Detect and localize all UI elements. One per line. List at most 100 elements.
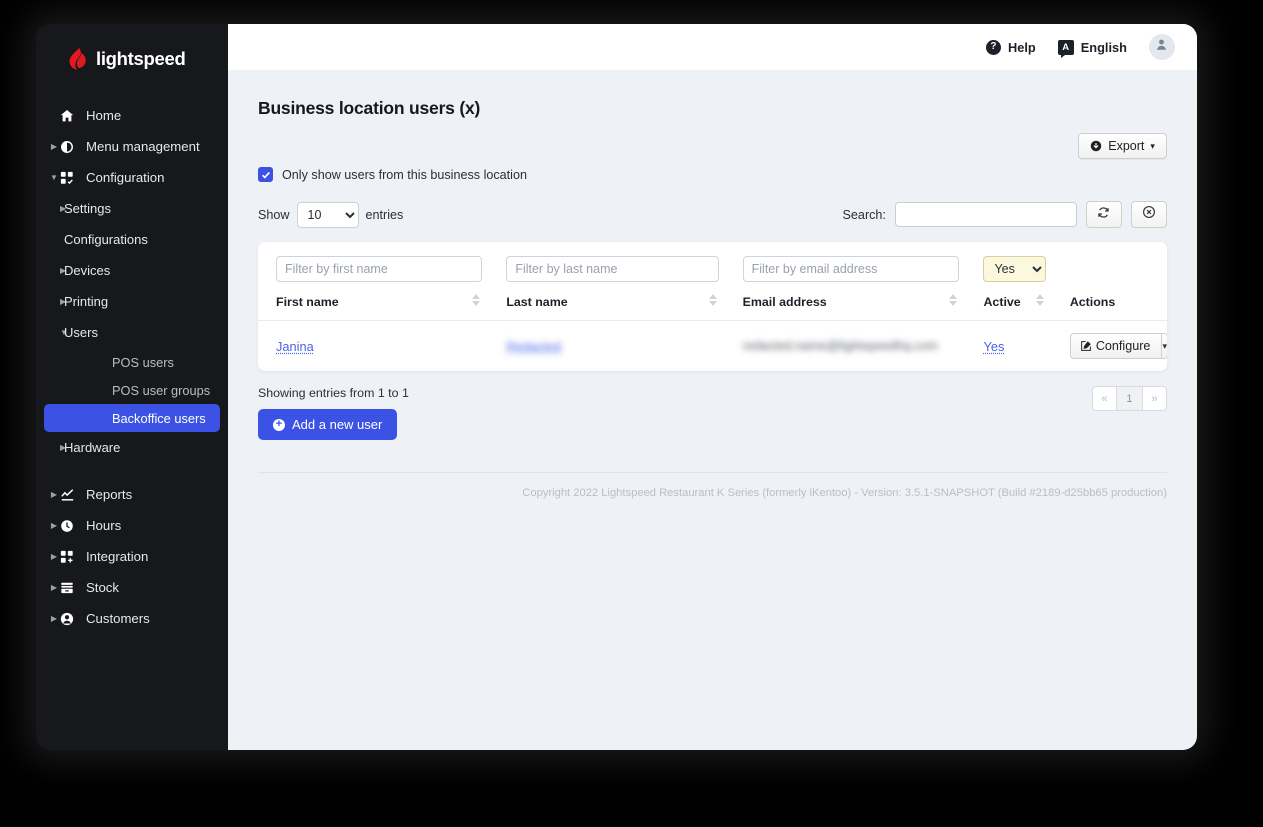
clear-search-button[interactable]	[1130, 201, 1167, 228]
sidebar-label: Reports	[86, 487, 133, 502]
sidebar-item-menu-management[interactable]: ▶ Menu management	[36, 131, 228, 162]
sidebar-item-customers[interactable]: ▶ Customers	[36, 603, 228, 634]
sidebar-label: Backoffice users	[112, 410, 206, 426]
chevron-right-icon[interactable]: ▶	[36, 583, 60, 592]
brand-logo[interactable]: lightspeed	[36, 24, 228, 94]
chevron-right-icon[interactable]: ▶	[36, 443, 66, 452]
stock-box-icon	[60, 581, 86, 595]
chevron-right-icon[interactable]: ▶	[36, 490, 60, 499]
filter-first-name-input[interactable]	[276, 256, 483, 282]
refresh-icon	[1097, 206, 1110, 224]
cell-actions: Configure ▾	[1058, 321, 1167, 372]
sidebar-item-settings[interactable]: ▶ Settings	[36, 193, 228, 224]
sidebar-item-configuration[interactable]: ▼ Configuration	[36, 162, 228, 193]
sidebar-label: Customers	[86, 611, 150, 626]
only-show-users-row: Only show users from this business locat…	[258, 167, 1167, 182]
sidebar-item-stock[interactable]: ▶ Stock	[36, 572, 228, 603]
sidebar-item-reports[interactable]: ▶ Reports	[36, 479, 228, 510]
only-show-users-label: Only show users from this business locat…	[282, 167, 527, 182]
help-button[interactable]: ? Help	[985, 39, 1036, 55]
pagination-page-1[interactable]: 1	[1116, 386, 1142, 411]
customers-person-icon	[60, 612, 86, 626]
sidebar-nav: Home ▶ Menu management ▼ Configuration ▶…	[36, 94, 228, 634]
sidebar-label: Menu management	[86, 139, 200, 154]
sidebar-item-configurations[interactable]: Configurations	[36, 224, 228, 255]
filter-row: Yes	[258, 242, 1167, 291]
sidebar-item-users[interactable]: ▼ Users	[36, 317, 228, 348]
chevron-down-icon[interactable]: ▼	[36, 173, 60, 182]
language-icon: A	[1057, 39, 1074, 58]
edit-pencil-icon	[1080, 340, 1092, 352]
only-show-users-checkbox[interactable]	[258, 167, 273, 182]
reports-chart-icon	[60, 488, 86, 502]
chevron-right-icon[interactable]: ▶	[36, 614, 60, 623]
sidebar-item-hardware[interactable]: ▶ Hardware	[36, 432, 228, 463]
search-group: Search:	[843, 201, 1167, 228]
add-user-button[interactable]: + Add a new user	[258, 409, 398, 440]
sidebar-label: Stock	[86, 580, 119, 595]
sidebar-item-pos-users[interactable]: POS users	[36, 348, 228, 376]
entries-label: entries	[365, 207, 404, 222]
sidebar-label: POS users	[112, 354, 174, 370]
avatar[interactable]	[1148, 34, 1175, 60]
configuration-grid-icon	[60, 171, 86, 185]
column-header-email[interactable]: Email address	[730, 291, 972, 321]
configure-label: Configure	[1095, 339, 1151, 353]
column-header-first-name[interactable]: First name	[258, 291, 495, 321]
help-icon: ?	[985, 39, 1001, 55]
table-controls: Show 10 entries Search:	[258, 201, 1167, 228]
filter-last-name-input[interactable]	[506, 256, 719, 282]
user-avatar-icon	[1155, 38, 1168, 56]
chevron-right-icon[interactable]: ▶	[36, 521, 60, 530]
filter-cell-active: Yes	[971, 242, 1057, 291]
language-label: English	[1080, 39, 1127, 55]
active-link[interactable]: Yes	[983, 339, 1004, 354]
add-user-label: Add a new user	[292, 417, 383, 432]
column-header-active[interactable]: Active	[971, 291, 1058, 321]
filter-active-select[interactable]: Yes	[983, 256, 1046, 282]
last-name-link[interactable]: Redacted	[506, 339, 561, 354]
chevron-right-icon[interactable]: ▶	[36, 297, 66, 306]
pagination-prev[interactable]: «	[1091, 386, 1117, 411]
cell-first-name: Janina	[258, 321, 494, 372]
configure-button[interactable]: Configure	[1069, 333, 1162, 359]
app-window: lightspeed Home ▶ Menu management ▼ Conf…	[36, 24, 1197, 750]
export-button[interactable]: Export ▾	[1078, 133, 1167, 159]
sidebar-label: Hardware	[64, 440, 121, 455]
sidebar-item-home[interactable]: Home	[36, 100, 228, 131]
sidebar-item-devices[interactable]: ▶ Devices	[36, 255, 228, 286]
filter-cell-first-name	[258, 242, 494, 291]
sidebar-item-pos-user-groups[interactable]: POS user groups	[36, 376, 228, 404]
sidebar-item-integration[interactable]: ▶ Integration	[36, 541, 228, 572]
filter-cell-email	[731, 242, 972, 291]
chevron-right-icon[interactable]: ▶	[36, 552, 60, 561]
pagination-next[interactable]: »	[1141, 386, 1167, 411]
refresh-button[interactable]	[1085, 201, 1122, 228]
sidebar-item-backoffice-users[interactable]: Backoffice users	[44, 404, 220, 432]
page-length-select[interactable]: 10	[296, 201, 359, 228]
search-input[interactable]	[894, 202, 1077, 227]
chevron-right-icon[interactable]: ▶	[36, 266, 66, 275]
sort-icon[interactable]	[949, 294, 958, 306]
column-header-actions: Actions	[1057, 291, 1167, 321]
table-footer-row: Showing entries from 1 to 1 + Add a new …	[258, 386, 1167, 440]
chevron-right-icon[interactable]: ▶	[36, 204, 66, 213]
sort-icon[interactable]	[708, 294, 717, 306]
chevron-down-icon[interactable]: ▼	[36, 328, 68, 337]
sort-icon[interactable]	[472, 294, 481, 306]
sort-icon[interactable]	[1035, 294, 1044, 306]
copyright-text: Copyright 2022 Lightspeed Restaurant K S…	[522, 487, 1167, 499]
sidebar-label: Configuration	[86, 170, 165, 185]
footer-left: Showing entries from 1 to 1 + Add a new …	[258, 386, 409, 440]
sidebar-item-hours[interactable]: ▶ Hours	[36, 510, 228, 541]
pagination: « 1 »	[1091, 386, 1167, 411]
sidebar-item-printing[interactable]: ▶ Printing	[36, 286, 228, 317]
filter-cell-actions	[1058, 242, 1167, 291]
language-switcher[interactable]: A English	[1057, 39, 1127, 58]
configure-dropdown-toggle[interactable]: ▾	[1161, 333, 1167, 359]
chevron-right-icon[interactable]: ▶	[36, 142, 60, 151]
column-header-last-name[interactable]: Last name	[494, 291, 731, 321]
column-label: Last name	[506, 295, 568, 309]
first-name-link[interactable]: Janina	[276, 339, 314, 354]
filter-email-input[interactable]	[742, 256, 960, 282]
